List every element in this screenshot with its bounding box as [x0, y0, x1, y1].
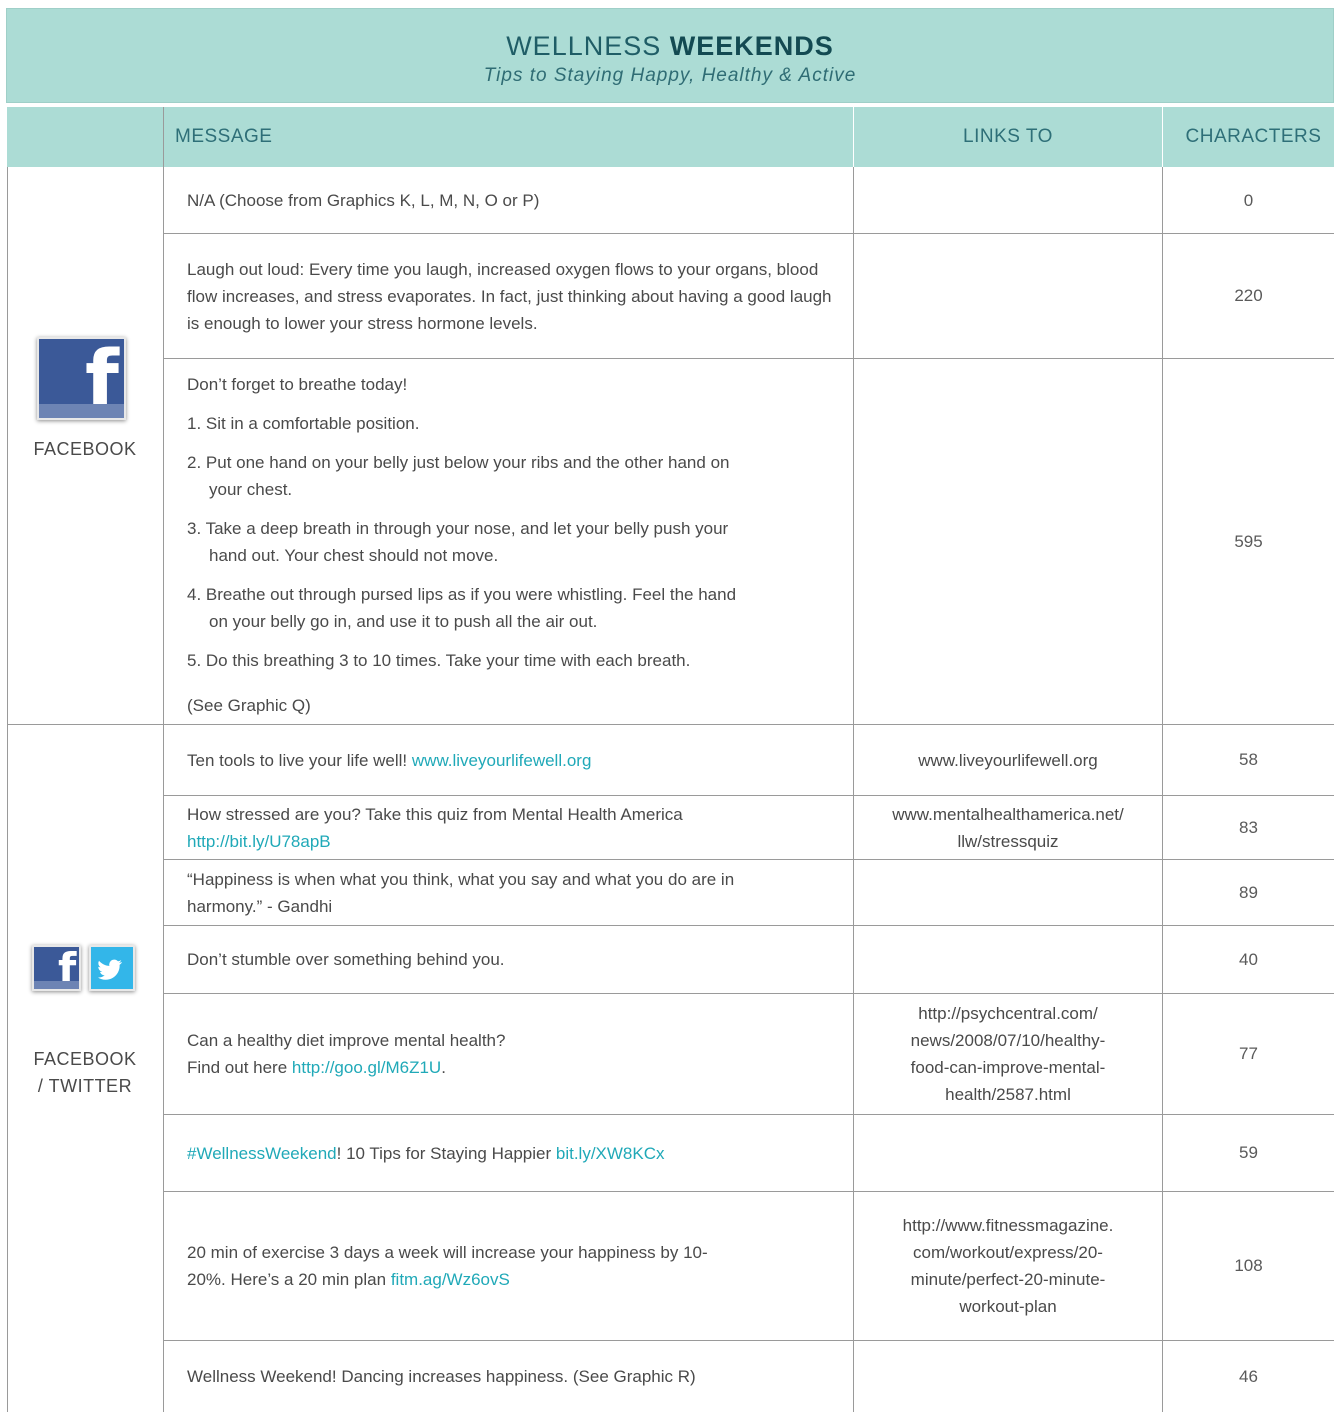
table-row-link: http://www.fitnessmagazine. com/workout/…	[854, 1192, 1162, 1340]
message-text: Wellness Weekend! Dancing increases happ…	[187, 1367, 696, 1386]
platform-label-line: / TWITTER	[37, 1076, 133, 1096]
link-text: llw/stressquiz	[957, 831, 1059, 851]
table-row-characters: 58	[1239, 750, 1258, 769]
facebook-icon: f	[32, 945, 81, 991]
grid-line	[163, 107, 164, 1412]
platform-label-facebook-twitter: FACEBOOK / TWITTER	[7, 1046, 163, 1100]
step-text: 4. Breathe out through pursed lips as if…	[187, 585, 737, 604]
table-row-message: How stressed are you? Take this quiz fro…	[187, 796, 837, 859]
step-text: 3. Take a deep breath in through your no…	[187, 519, 729, 538]
message-text: Don’t forget to breathe today!	[187, 375, 408, 394]
table-row-message: Don’t forget to breathe today! 1. Sit in…	[187, 359, 837, 724]
platform-label-line: FACEBOOK	[33, 1049, 137, 1069]
platform-label-facebook: FACEBOOK	[33, 439, 137, 459]
link-text: food-can-improve-mental-	[910, 1058, 1106, 1077]
table-row-link: www.mentalhealthamerica.net/ llw/stressq…	[854, 796, 1162, 859]
table-row-link: www.liveyourlifewell.org	[918, 750, 1098, 770]
table-row-characters: 59	[1239, 1143, 1258, 1162]
step-text: 5. Do this breathing 3 to 10 times. Take…	[187, 651, 691, 670]
table-row-message: Don’t stumble over something behind you.	[187, 926, 837, 993]
link-text: http://psychcentral.com/	[918, 1004, 1098, 1023]
link-text: com/workout/express/20-	[913, 1243, 1103, 1262]
message-text: Ten tools to live your life well! www.li…	[187, 750, 592, 770]
link-text: www.mentalhealthamerica.net/	[892, 804, 1124, 824]
table-row-characters: 46	[1239, 1366, 1258, 1386]
message-text: Don’t stumble over something behind you.	[187, 950, 505, 969]
table-row-message: Wellness Weekend! Dancing increases happ…	[187, 1341, 837, 1412]
table-row-message: “Happiness is when what you think, what …	[187, 860, 837, 925]
twitter-icon	[89, 945, 135, 991]
message-text: Find out here http://goo.gl/M6Z1U.	[187, 1058, 446, 1077]
header-links-to: LINKS TO	[854, 107, 1162, 167]
table-row-message: Laugh out loud: Every time you laugh, in…	[187, 234, 837, 358]
step-text: on your belly go in, and use it to push …	[209, 612, 598, 631]
title-banner: WELLNESS WEEKENDS Tips to Staying Happy,…	[6, 8, 1334, 103]
message-text: 20 min of exercise 3 days a week will in…	[187, 1243, 708, 1262]
message-link[interactable]: fitm.ag/Wz6ovS	[391, 1270, 510, 1289]
link-text: news/2008/07/10/healthy-	[910, 1031, 1106, 1050]
link-text: http://www.fitnessmagazine.	[902, 1216, 1114, 1235]
table-row-characters: 40	[1239, 949, 1258, 969]
table-row-message: N/A (Choose from Graphics K, L, M, N, O …	[187, 168, 837, 233]
step-text: your chest.	[209, 480, 293, 499]
page-subtitle: Tips to Staying Happy, Healthy & Active	[483, 65, 857, 86]
table-row-message: #WellnessWeekend! 10 Tips for Staying Ha…	[187, 1115, 837, 1191]
link-text: workout-plan	[959, 1297, 1057, 1316]
table-row-characters: 0	[1243, 190, 1254, 210]
message-link[interactable]: bit.ly/XW8KCx	[556, 1144, 665, 1163]
table-row-link: http://psychcentral.com/ news/2008/07/10…	[854, 994, 1162, 1114]
table-row-characters: 220	[1234, 286, 1263, 305]
message-text: How stressed are you? Take this quiz fro…	[187, 804, 683, 824]
table-row-message: Ten tools to live your life well! www.li…	[187, 725, 837, 795]
message-text: Can a healthy diet improve mental health…	[187, 1031, 506, 1050]
hashtag-link[interactable]: #WellnessWeekend	[187, 1144, 337, 1163]
message-text: harmony.” - Gandhi	[187, 896, 333, 916]
message-text: N/A (Choose from Graphics K, L, M, N, O …	[187, 191, 540, 210]
message-text: #WellnessWeekend! 10 Tips for Staying Ha…	[187, 1143, 665, 1163]
message-link[interactable]: http://goo.gl/M6Z1U	[292, 1058, 441, 1077]
table-row-characters: 89	[1239, 882, 1258, 902]
table-row-characters: 595	[1234, 531, 1263, 551]
page-title: WELLNESS WEEKENDS	[506, 31, 834, 61]
step-text: 2. Put one hand on your belly just below…	[187, 453, 730, 472]
link-text: minute/perfect-20-minute-	[910, 1270, 1106, 1289]
header-message: MESSAGE	[164, 107, 853, 167]
message-text: Laugh out loud: Every time you laugh, in…	[187, 259, 832, 333]
table-row-characters: 108	[1234, 1256, 1263, 1275]
message-link[interactable]: http://bit.ly/U78apB	[187, 828, 331, 855]
message-text: 20%. Here’s a 20 min plan fitm.ag/Wz6ovS	[187, 1270, 510, 1289]
message-text: “Happiness is when what you think, what …	[187, 869, 735, 889]
step-text: 1. Sit in a comfortable position.	[187, 414, 420, 433]
step-text: hand out. Your chest should not move.	[209, 546, 499, 565]
table-row-characters: 83	[1239, 817, 1258, 837]
message-text: (See Graphic Q)	[187, 696, 311, 715]
twitter-bird-glyph	[98, 959, 122, 980]
table-row-characters: 77	[1239, 1044, 1258, 1063]
link-text: health/2587.html	[945, 1085, 1071, 1104]
header-blank-cell	[7, 107, 163, 167]
table-row-message: 20 min of exercise 3 days a week will in…	[187, 1192, 837, 1340]
message-link[interactable]: www.liveyourlifewell.org	[412, 751, 592, 770]
facebook-icon: f	[37, 337, 126, 420]
table-row-message: Can a healthy diet improve mental health…	[187, 994, 837, 1114]
header-characters: CHARACTERS	[1163, 107, 1334, 167]
